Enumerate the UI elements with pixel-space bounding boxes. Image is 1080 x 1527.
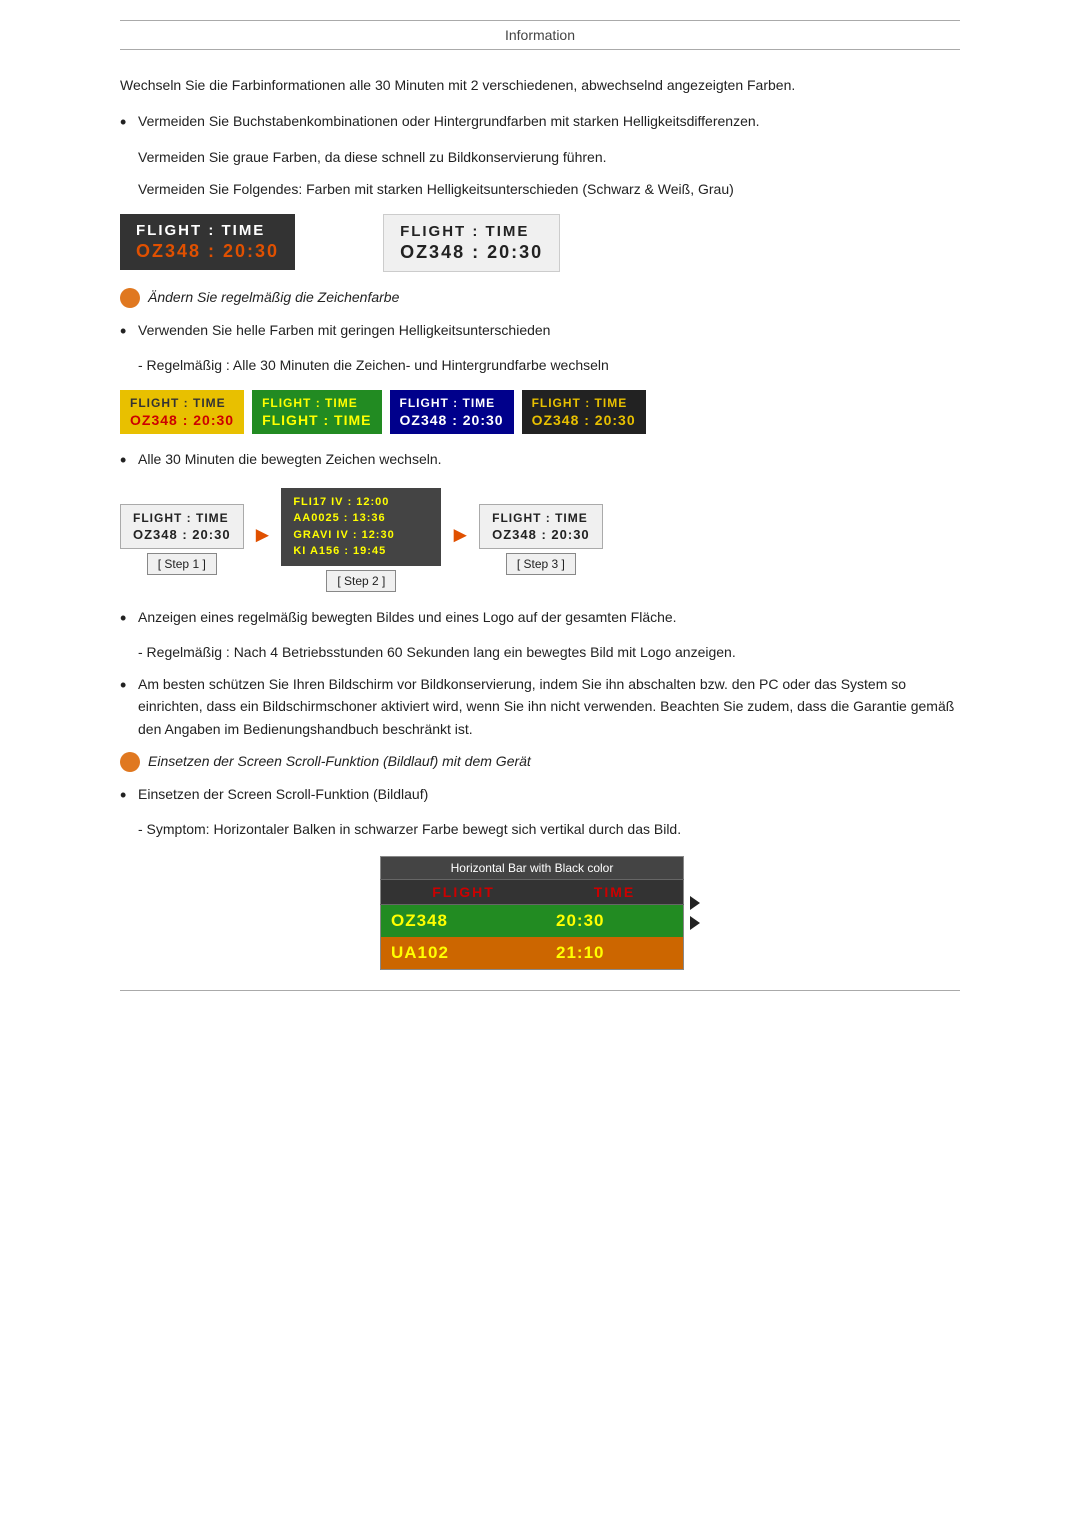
step1-r2: OZ348 : 20:30: [133, 527, 231, 542]
flight-light-row2: OZ348 : 20:30: [400, 242, 543, 263]
bullet-text-1: Vermeiden Sie Buchstabenkombinationen od…: [138, 110, 960, 132]
hbar-title-cell: Horizontal Bar with Black color: [381, 857, 684, 880]
scroll-arrow-down-1: [690, 896, 700, 910]
bottom-divider: [120, 990, 960, 991]
hbar-r2c2: 21:10: [546, 937, 684, 970]
orange-bullet-1: Ändern Sie regelmäßig die Zeichenfarbe: [120, 286, 960, 308]
fbox-3: FLIGHT : TIME OZ348 : 20:30: [390, 390, 514, 434]
hbar-data-row-2: UA102 21:10: [381, 937, 684, 970]
intro-text: Wechseln Sie die Farbinformationen alle …: [120, 77, 795, 93]
page-header: Information: [120, 20, 960, 50]
fbox-1-r2: OZ348 : 20:30: [130, 412, 234, 428]
flight-dark-row1: FLIGHT : TIME: [136, 222, 279, 239]
sub-text-3: - Regelmäßig : Alle 30 Minuten die Zeich…: [138, 354, 960, 376]
fbox-2: FLIGHT : TIME FLIGHT : TIME: [252, 390, 381, 434]
step-col-1: FLIGHT : TIME OZ348 : 20:30 [ Step 1 ]: [120, 504, 244, 575]
sub-text-2: Vermeiden Sie Folgendes: Farben mit star…: [138, 178, 960, 200]
scroll-indicators: [690, 896, 700, 930]
flight-box-light: FLIGHT : TIME OZ348 : 20:30: [383, 214, 560, 272]
hbar-row-container: Horizontal Bar with Black color FLIGHT T…: [380, 856, 700, 970]
bullet-text-4: Anzeigen eines regelmäßig bewegten Bilde…: [138, 606, 960, 628]
fbox-3-r2: OZ348 : 20:30: [400, 412, 504, 428]
fbox-4-r2: OZ348 : 20:30: [532, 412, 636, 428]
scroll-arrow-down-2: [690, 916, 700, 930]
flight-dark-row2: OZ348 : 20:30: [136, 241, 279, 262]
sub-text-5-content: - Symptom: Horizontaler Balken in schwar…: [138, 821, 681, 837]
hbar-r2c1: UA102: [381, 937, 547, 970]
bullet-item-4: • Anzeigen eines regelmäßig bewegten Bil…: [120, 606, 960, 631]
bullet-dot-3: •: [120, 448, 138, 473]
fbox-2-r2: FLIGHT : TIME: [262, 412, 371, 428]
step-box-3: FLIGHT : TIME OZ348 : 20:30: [479, 504, 603, 549]
hbar-table-wrapper: Horizontal Bar with Black color FLIGHT T…: [380, 856, 700, 970]
sub-text-1: Vermeiden Sie graue Farben, da diese sch…: [138, 146, 960, 168]
bullet-item-2: • Verwenden Sie helle Farben mit geringe…: [120, 319, 960, 344]
orange-circle-1: [120, 288, 140, 308]
bullet-text-2: Verwenden Sie helle Farben mit geringen …: [138, 319, 960, 341]
arrow-2: ►: [449, 522, 471, 548]
bullet-text-5: Am besten schützen Sie Ihren Bildschirm …: [138, 673, 960, 740]
step3-label: [ Step 3 ]: [506, 553, 576, 575]
sub-text-4-content: - Regelmäßig : Nach 4 Betriebsstunden 60…: [138, 644, 736, 660]
arrow-1: ►: [252, 522, 274, 548]
anim-row4: KI A156 : 19:45: [293, 543, 429, 560]
intro-paragraph: Wechseln Sie die Farbinformationen alle …: [120, 74, 960, 96]
page-wrapper: Information Wechseln Sie die Farbinforma…: [60, 0, 1020, 1051]
hbar-col1: FLIGHT: [381, 880, 547, 905]
flight-display-row-1: FLIGHT : TIME OZ348 : 20:30 FLIGHT : TIM…: [120, 214, 960, 272]
fbox-4-r1: FLIGHT : TIME: [532, 396, 636, 410]
step1-r1: FLIGHT : TIME: [133, 511, 231, 525]
step2-label: [ Step 2 ]: [326, 570, 396, 592]
hbar-r1c2: 20:30: [546, 905, 684, 938]
bullet-item-5: • Am besten schützen Sie Ihren Bildschir…: [120, 673, 960, 740]
bullet-dot-1: •: [120, 110, 138, 135]
orange-label-1: Ändern Sie regelmäßig die Zeichenfarbe: [148, 286, 399, 308]
sub-text-4: - Regelmäßig : Nach 4 Betriebsstunden 60…: [138, 641, 960, 663]
hbar-table: Horizontal Bar with Black color FLIGHT T…: [380, 856, 684, 970]
bullet-item-6: • Einsetzen der Screen Scroll-Funktion (…: [120, 783, 960, 808]
header-title: Information: [505, 27, 575, 43]
fbox-3-r1: FLIGHT : TIME: [400, 396, 504, 410]
fbox-4: FLIGHT : TIME OZ348 : 20:30: [522, 390, 646, 434]
fbox-2-r1: FLIGHT : TIME: [262, 396, 371, 410]
sub-text-5: - Symptom: Horizontaler Balken in schwar…: [138, 818, 960, 840]
bullet-text-6: Einsetzen der Screen Scroll-Funktion (Bi…: [138, 783, 960, 805]
anim-row2: AA0025 : 13:36: [293, 510, 429, 527]
hbar-col2: TIME: [546, 880, 684, 905]
bullet-dot-2: •: [120, 319, 138, 344]
bullet-dot-4: •: [120, 606, 138, 631]
flight-box-dark: FLIGHT : TIME OZ348 : 20:30: [120, 214, 295, 270]
anim-row3: GRAVI IV : 12:30: [293, 527, 429, 544]
bullet-text-3: Alle 30 Minuten die bewegten Zeichen wec…: [138, 448, 960, 470]
bullet-dot-6: •: [120, 783, 138, 808]
sub-text-2-content: Vermeiden Sie Folgendes: Farben mit star…: [138, 181, 734, 197]
four-box-row: FLIGHT : TIME OZ348 : 20:30 FLIGHT : TIM…: [120, 390, 960, 434]
step-box-1: FLIGHT : TIME OZ348 : 20:30: [120, 504, 244, 549]
bullet-item-3: • Alle 30 Minuten die bewegten Zeichen w…: [120, 448, 960, 473]
bullet-item-1: • Vermeiden Sie Buchstabenkombinationen …: [120, 110, 960, 135]
fbox-1: FLIGHT : TIME OZ348 : 20:30: [120, 390, 244, 434]
step1-label: [ Step 1 ]: [147, 553, 217, 575]
fbox-1-r1: FLIGHT : TIME: [130, 396, 234, 410]
hbar-data-row-1: OZ348 20:30: [381, 905, 684, 938]
hbar-r1c1: OZ348: [381, 905, 547, 938]
orange-circle-2: [120, 752, 140, 772]
step-row: FLIGHT : TIME OZ348 : 20:30 [ Step 1 ] ►…: [120, 488, 960, 592]
sub-text-1-content: Vermeiden Sie graue Farben, da diese sch…: [138, 149, 607, 165]
step-col-3: FLIGHT : TIME OZ348 : 20:30 [ Step 3 ]: [479, 504, 603, 575]
step-col-2: FLI17 IV : 12:00 AA0025 : 13:36 GRAVI IV…: [281, 488, 441, 592]
step3-r1: FLIGHT : TIME: [492, 511, 590, 525]
sub-text-3-content: - Regelmäßig : Alle 30 Minuten die Zeich…: [138, 357, 609, 373]
orange-bullet-2: Einsetzen der Screen Scroll-Funktion (Bi…: [120, 750, 960, 772]
flight-light-row1: FLIGHT : TIME: [400, 223, 543, 240]
orange-label-2: Einsetzen der Screen Scroll-Funktion (Bi…: [148, 750, 531, 772]
anim-row1: FLI17 IV : 12:00: [293, 494, 429, 511]
step3-r2: OZ348 : 20:30: [492, 527, 590, 542]
anim-box: FLI17 IV : 12:00 AA0025 : 13:36 GRAVI IV…: [281, 488, 441, 566]
bullet-dot-5: •: [120, 673, 138, 698]
